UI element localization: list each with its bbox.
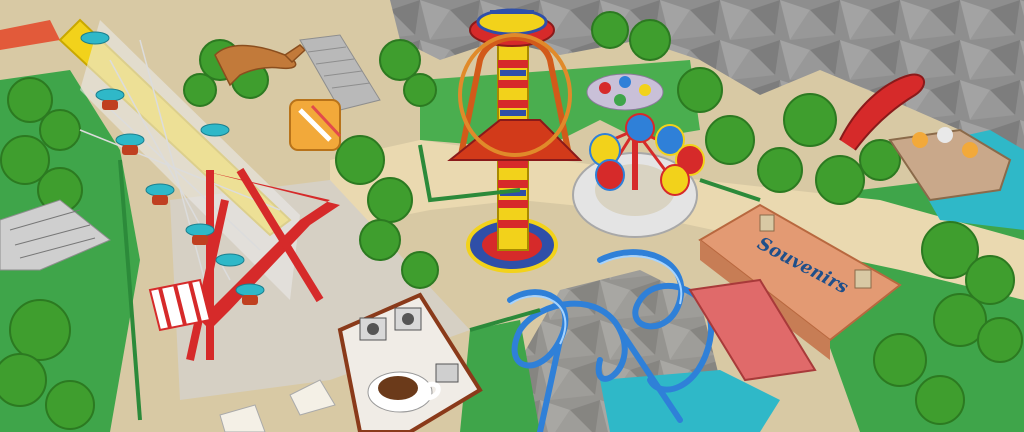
teacups-ride (586, 73, 664, 111)
theme-park-scene: Souvenirs (0, 0, 1024, 432)
striped-awning-stand (148, 278, 212, 332)
waterslide (289, 99, 342, 151)
